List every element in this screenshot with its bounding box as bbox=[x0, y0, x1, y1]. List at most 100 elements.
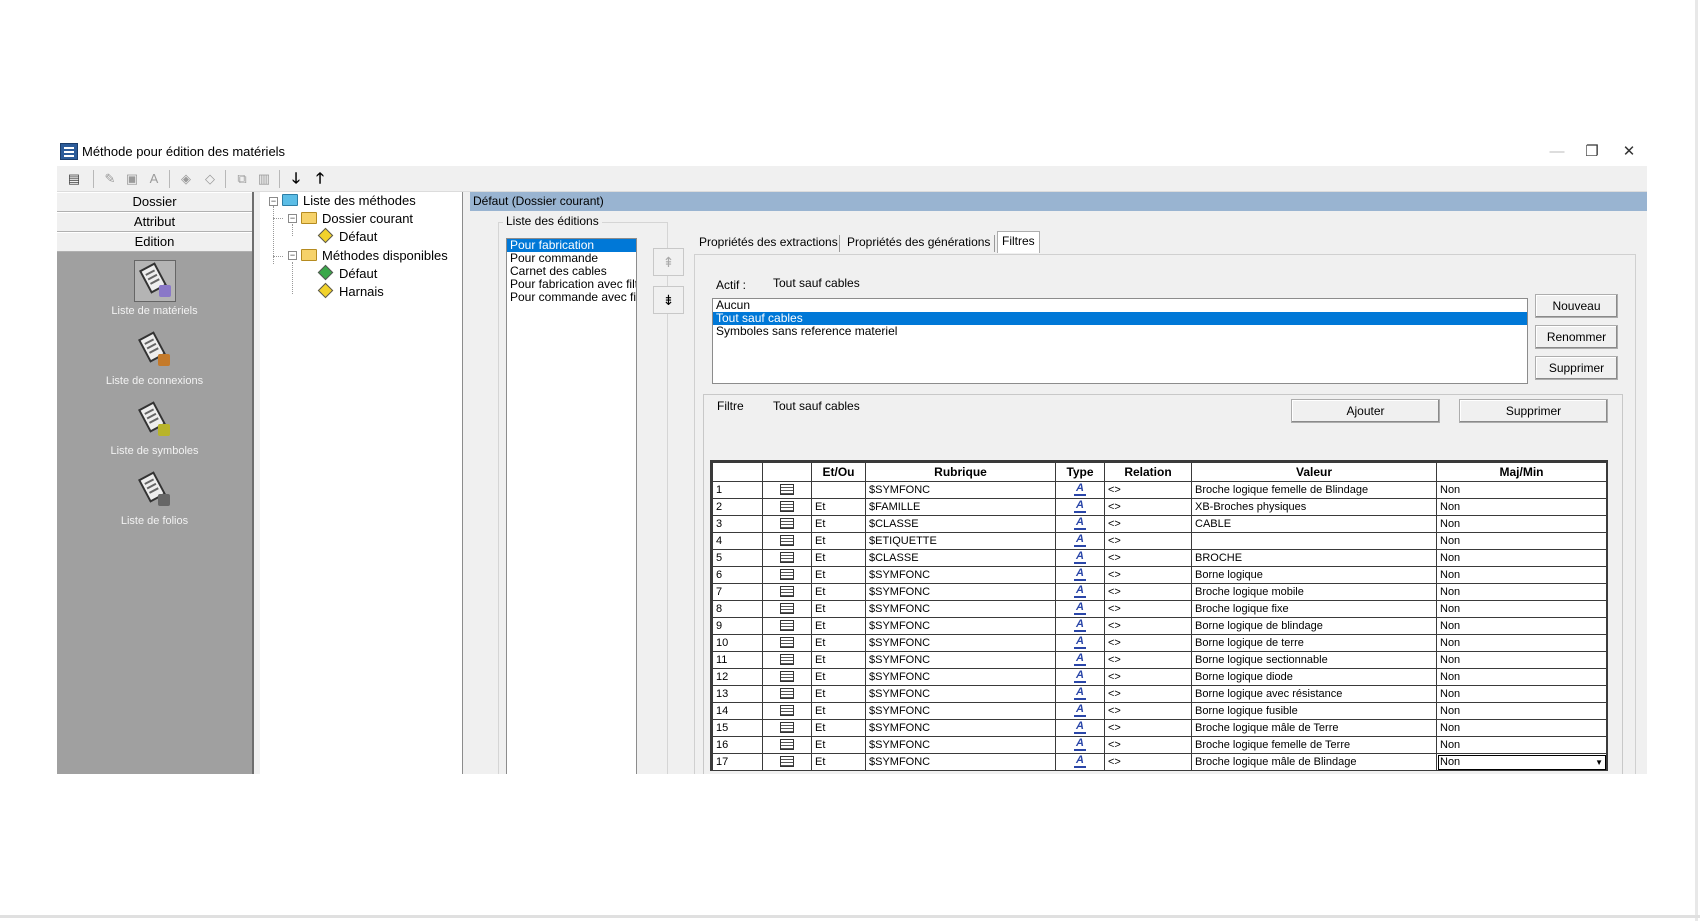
tree-item-root[interactable]: Liste des méthodes bbox=[282, 192, 416, 210]
nav-item-symbols-list[interactable]: Liste de symboles bbox=[57, 400, 252, 457]
et-ou-cell[interactable]: Et bbox=[811, 617, 866, 635]
relation-cell[interactable]: <> bbox=[1104, 719, 1192, 737]
type-cell[interactable]: A bbox=[1055, 719, 1105, 737]
rubrique-cell[interactable]: $CLASSE bbox=[865, 549, 1056, 567]
edition-item[interactable]: Carnet des cables bbox=[507, 265, 636, 278]
rubrique-cell[interactable]: $SYMFONC bbox=[865, 668, 1056, 686]
maj-min-cell[interactable]: Non bbox=[1436, 651, 1607, 669]
row-icon-cell[interactable] bbox=[762, 498, 812, 516]
row-icon-cell[interactable] bbox=[762, 617, 812, 635]
et-ou-cell[interactable]: Et bbox=[811, 498, 866, 516]
row-icon-cell[interactable] bbox=[762, 583, 812, 601]
diamond-icon[interactable]: ◇ bbox=[199, 169, 221, 189]
table-row[interactable]: 11 Et $SYMFONC A <> Borne logique sectionnabl… bbox=[712, 651, 1607, 669]
valeur-cell[interactable]: Broche logique femelle de Blindage bbox=[1191, 481, 1437, 499]
relation-cell[interactable]: <> bbox=[1104, 600, 1192, 618]
type-cell[interactable]: A bbox=[1055, 753, 1105, 771]
row-icon-cell[interactable] bbox=[762, 532, 812, 550]
collapse-icon[interactable]: − bbox=[288, 251, 297, 260]
add-rule-button[interactable]: Ajouter bbox=[1291, 399, 1440, 423]
tab-filters[interactable]: Filtres bbox=[997, 231, 1040, 253]
maj-min-cell[interactable]: ▼ Non bbox=[1436, 753, 1607, 771]
type-cell[interactable]: A bbox=[1055, 651, 1105, 669]
row-icon-cell[interactable] bbox=[762, 668, 812, 686]
relation-cell[interactable]: <> bbox=[1104, 685, 1192, 703]
rubrique-cell[interactable]: $SYMFONC bbox=[865, 719, 1056, 737]
relation-cell[interactable]: <> bbox=[1104, 668, 1192, 686]
rubrique-cell[interactable]: $SYMFONC bbox=[865, 651, 1056, 669]
rubrique-cell[interactable]: $SYMFONC bbox=[865, 685, 1056, 703]
table-row[interactable]: 14 Et $SYMFONC A <> Borne logique fusible Non bbox=[712, 702, 1607, 720]
edition-item[interactable]: Pour commande avec fil bbox=[507, 291, 636, 304]
relation-cell[interactable]: <> bbox=[1104, 753, 1192, 771]
arrow-down-icon[interactable]: 🡓 bbox=[285, 169, 307, 189]
table-row[interactable]: 8 Et $SYMFONC A <> Broche logique fixe Non bbox=[712, 600, 1607, 618]
relation-cell[interactable]: <> bbox=[1104, 617, 1192, 635]
maj-min-cell[interactable]: Non bbox=[1436, 668, 1607, 686]
valeur-cell[interactable]: XB-Broches physiques bbox=[1191, 498, 1437, 516]
filter-item[interactable]: Symboles sans reference materiel bbox=[713, 325, 1527, 338]
row-icon-cell[interactable] bbox=[762, 515, 812, 533]
row-icon-cell[interactable] bbox=[762, 481, 812, 499]
valeur-cell[interactable]: BROCHE bbox=[1191, 549, 1437, 567]
filter-item[interactable]: Aucun bbox=[713, 299, 1527, 312]
rubrique-cell[interactable]: $SYMFONC bbox=[865, 481, 1056, 499]
delete-rule-button[interactable]: Supprimer bbox=[1459, 399, 1608, 423]
font-icon[interactable]: A bbox=[143, 169, 165, 189]
rubrique-cell[interactable]: $FAMILLE bbox=[865, 498, 1056, 516]
rubrique-cell[interactable]: $SYMFONC bbox=[865, 600, 1056, 618]
valeur-cell[interactable]: Borne logique de blindage bbox=[1191, 617, 1437, 635]
table-row[interactable]: 5 Et $CLASSE A <> BROCHE Non bbox=[712, 549, 1607, 567]
rubrique-cell[interactable]: $SYMFONC bbox=[865, 634, 1056, 652]
maj-min-cell[interactable]: Non bbox=[1436, 583, 1607, 601]
maj-min-cell[interactable]: Non bbox=[1436, 634, 1607, 652]
et-ou-cell[interactable]: Et bbox=[811, 583, 866, 601]
maj-min-cell[interactable]: Non bbox=[1436, 736, 1607, 754]
relation-cell[interactable]: <> bbox=[1104, 549, 1192, 567]
type-cell[interactable]: A bbox=[1055, 566, 1105, 584]
et-ou-cell[interactable] bbox=[811, 481, 866, 499]
type-cell[interactable]: A bbox=[1055, 668, 1105, 686]
arrow-up-icon[interactable]: 🡑 bbox=[309, 169, 331, 189]
image-icon[interactable]: ▣ bbox=[121, 169, 143, 189]
rubrique-cell[interactable]: $ETIQUETTE bbox=[865, 532, 1056, 550]
collapse-icon[interactable]: − bbox=[288, 214, 297, 223]
relation-cell[interactable]: <> bbox=[1104, 498, 1192, 516]
row-icon-cell[interactable] bbox=[762, 702, 812, 720]
et-ou-cell[interactable]: Et bbox=[811, 753, 866, 771]
type-cell[interactable]: A bbox=[1055, 617, 1105, 635]
table-row[interactable]: 1 $SYMFONC A <> Broche logique femelle de Bl… bbox=[712, 481, 1607, 499]
relation-cell[interactable]: <> bbox=[1104, 515, 1192, 533]
type-cell[interactable]: A bbox=[1055, 634, 1105, 652]
rubrique-cell[interactable]: $SYMFONC bbox=[865, 753, 1056, 771]
valeur-cell[interactable]: Broche logique mâle de Terre bbox=[1191, 719, 1437, 737]
minimize-button[interactable]: — bbox=[1537, 140, 1577, 164]
relation-cell[interactable]: <> bbox=[1104, 532, 1192, 550]
row-icon-cell[interactable] bbox=[762, 600, 812, 618]
maj-min-cell[interactable]: Non bbox=[1436, 685, 1607, 703]
nav-button-dossier[interactable]: Dossier bbox=[57, 192, 252, 212]
table-row[interactable]: 7 Et $SYMFONC A <> Broche logique mobile Non bbox=[712, 583, 1607, 601]
edition-item[interactable]: Pour fabrication bbox=[507, 239, 636, 252]
type-cell[interactable]: A bbox=[1055, 736, 1105, 754]
tab-generation-properties[interactable]: Propriétés des générations bbox=[843, 233, 994, 253]
valeur-cell[interactable]: Borne logique diode bbox=[1191, 668, 1437, 686]
valeur-cell[interactable] bbox=[1191, 532, 1437, 550]
type-cell[interactable]: A bbox=[1055, 532, 1105, 550]
collapse-icon[interactable]: − bbox=[269, 197, 278, 206]
type-cell[interactable]: A bbox=[1055, 515, 1105, 533]
nav-item-connections-list[interactable]: Liste de connexions bbox=[57, 330, 252, 387]
tab-extraction-properties[interactable]: Propriétés des extractions bbox=[695, 233, 842, 253]
pencil-icon[interactable]: ✎ bbox=[99, 169, 121, 189]
type-cell[interactable]: A bbox=[1055, 685, 1105, 703]
maj-min-cell[interactable]: Non bbox=[1436, 532, 1607, 550]
rubrique-cell[interactable]: $SYMFONC bbox=[865, 583, 1056, 601]
new-method-icon[interactable]: ▤ bbox=[63, 169, 85, 189]
paste-icon[interactable]: ▥ bbox=[253, 169, 275, 189]
editions-list[interactable]: Pour fabrication Pour commande Carnet de… bbox=[506, 238, 637, 774]
relation-cell[interactable]: <> bbox=[1104, 736, 1192, 754]
type-cell[interactable]: A bbox=[1055, 549, 1105, 567]
table-row[interactable]: 13 Et $SYMFONC A <> Borne logique avec résist… bbox=[712, 685, 1607, 703]
et-ou-cell[interactable]: Et bbox=[811, 566, 866, 584]
relation-cell[interactable]: <> bbox=[1104, 481, 1192, 499]
